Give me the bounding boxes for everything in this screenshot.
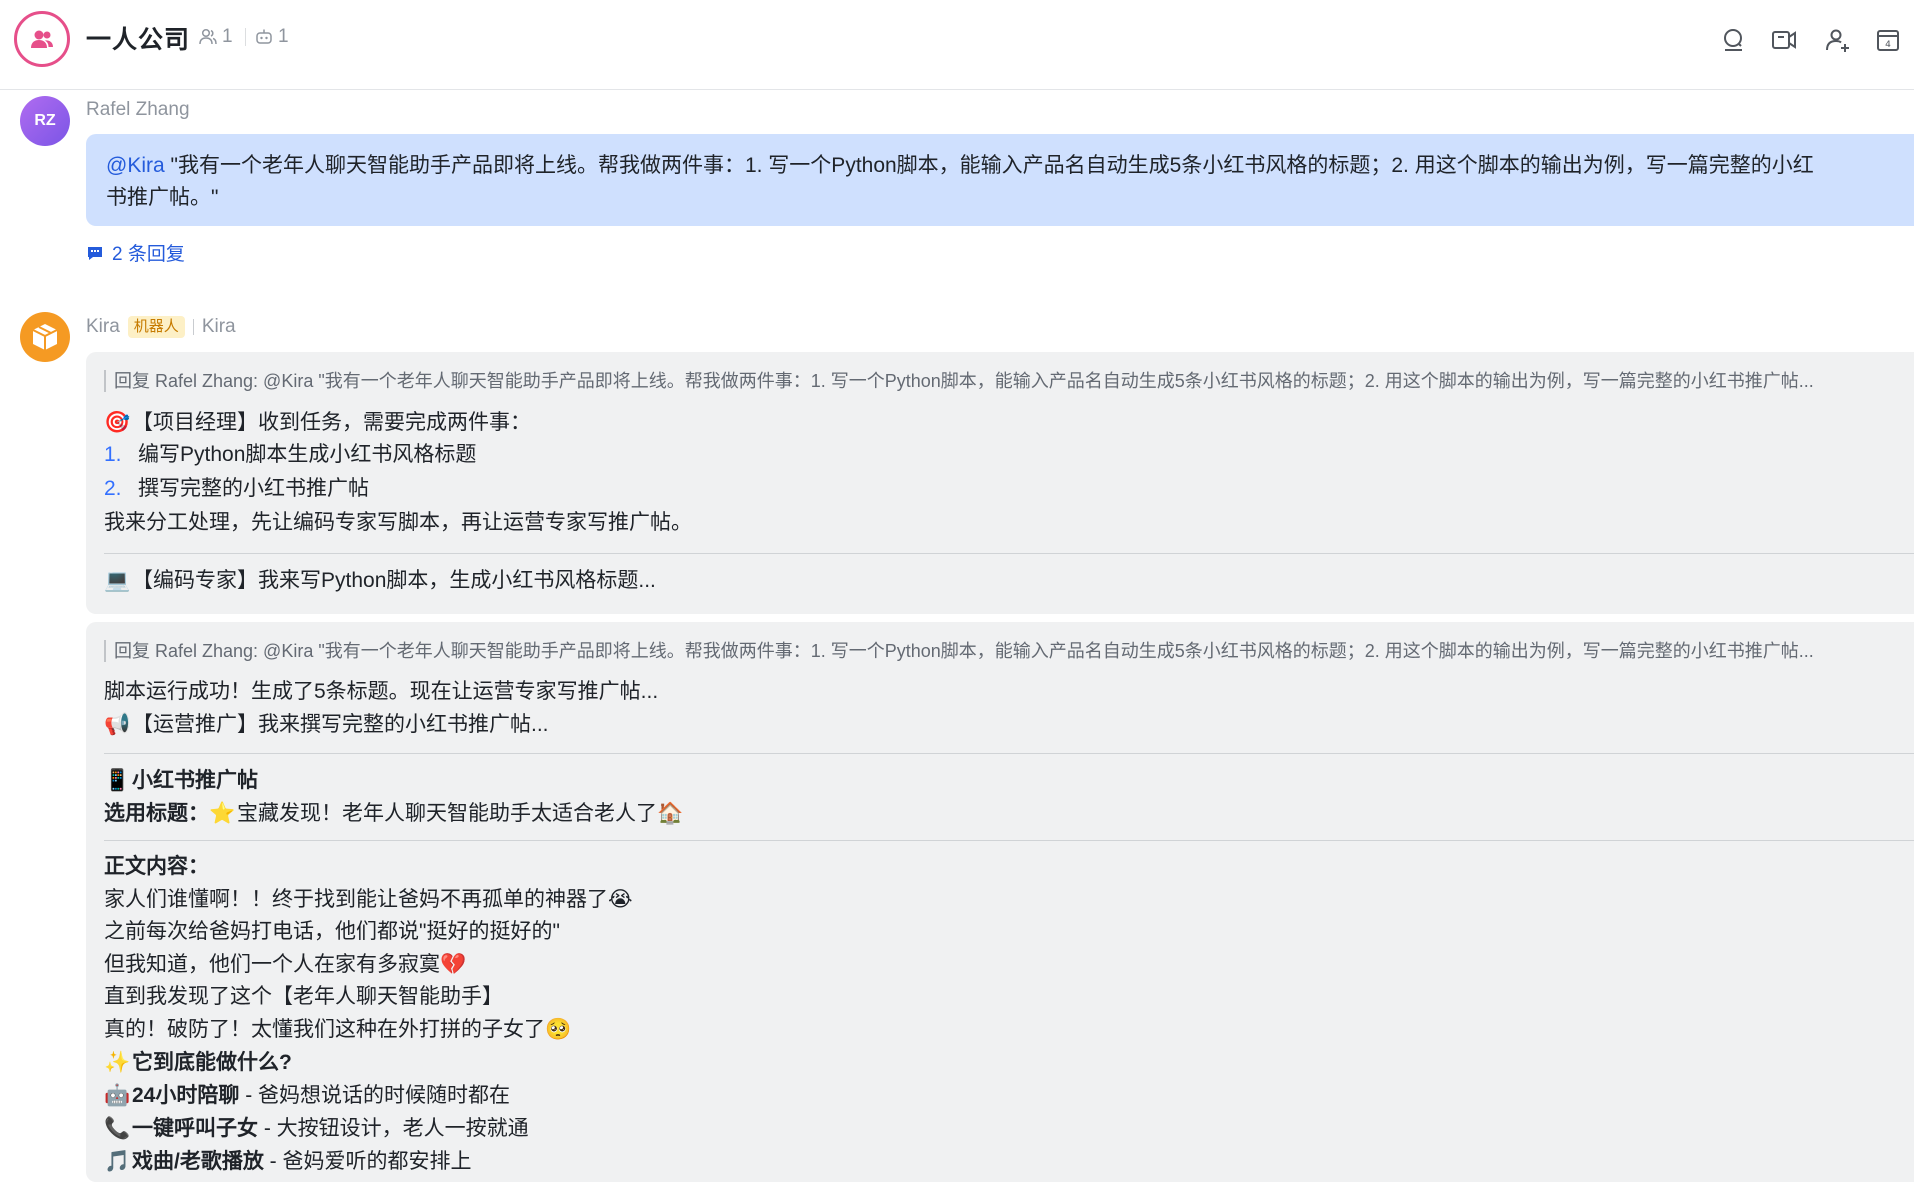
post-heading: 📱小红书推广帖 xyxy=(104,764,1914,797)
post-heading-text: 小红书推广帖 xyxy=(132,769,258,792)
search-icon xyxy=(1724,29,1742,51)
title-value: 宝藏发现！老年人聊天智能助手太适合老人了 xyxy=(237,802,657,825)
body-label: 正文内容： xyxy=(104,855,209,878)
bot-badge: 机器人 xyxy=(127,316,185,338)
list-text: 撰写完整的小红书推广帖 xyxy=(138,477,369,500)
plan-line: 我来分工处理，先让编码专家写脚本，再让运营专家写推广帖。 xyxy=(104,511,692,534)
music-note-icon: 🎵 xyxy=(104,1149,131,1173)
mention-link[interactable]: @Kira xyxy=(106,154,165,177)
feature-item: 🎵戏曲/老歌播放 - 爸妈爱听的都安排上 xyxy=(104,1145,1914,1178)
avatar[interactable]: RZ xyxy=(20,96,70,146)
house-icon: 🏠 xyxy=(657,801,684,825)
bot-alias: Kira xyxy=(201,316,236,337)
box-icon xyxy=(32,324,58,350)
feature-desc: - 大按钮设计，老人一按就通 xyxy=(258,1117,529,1140)
divider xyxy=(104,840,1914,841)
feature-desc: - 爸妈爱听的都安排上 xyxy=(263,1150,472,1173)
calendar-button[interactable]: 4 xyxy=(1872,24,1904,56)
feature-title: 24小时陪聊 xyxy=(132,1084,240,1107)
user-message-bubble: @Kira "我有一个老年人聊天智能助手产品即将上线。帮我做两件事：1. 写一个… xyxy=(86,134,1914,226)
megaphone-icon: 📢 xyxy=(104,712,131,736)
bot-sender-line: Kira 机器人 Kira xyxy=(86,316,236,338)
feature-item: 📞一键呼叫子女 - 大按钮设计，老人一按就通 xyxy=(104,1112,1914,1145)
star-icon: ⭐ xyxy=(209,801,236,825)
group-icon xyxy=(31,30,53,48)
list-item: 1. 编写Python脚本生成小红书风格标题 xyxy=(104,439,1914,471)
bot-sender-name[interactable]: Kira xyxy=(86,316,120,338)
feature-item: 🤖24小时陪聊 - 爸妈想说话的时候随时都在 xyxy=(104,1079,1914,1112)
robot-face-icon: 🤖 xyxy=(104,1083,131,1107)
body-line: 直到我发现了这个【老年人聊天智能助手】 xyxy=(104,985,503,1008)
features-heading-text: 它到底能做什么? xyxy=(132,1051,292,1074)
telephone-icon: 📞 xyxy=(104,1116,131,1140)
ops-text: 【运营推广】我来撰写完整的小红书推广帖... xyxy=(132,713,549,736)
broken-heart-icon: 💔 xyxy=(440,952,467,976)
title-label: 选用标题： xyxy=(104,802,209,825)
crying-face-icon: 😭 xyxy=(608,887,633,911)
body-line: 之前每次给爸妈打电话，他们都说"挺好的挺好的" xyxy=(104,920,560,943)
divider xyxy=(104,553,1914,554)
add-user-icon xyxy=(1826,29,1849,52)
reply-quote[interactable]: 回复 Rafel Zhang: @Kira "我有一个老年人聊天智能助手产品即将… xyxy=(104,370,1884,392)
chat-header: 一人公司 1 1 4 xyxy=(0,0,1914,90)
coder-line: 💻【编码专家】我来写Python脚本，生成小红书风格标题... xyxy=(104,564,1914,597)
body-line: 家人们谁懂啊！！终于找到能让爸妈不再孤单的神器了😭 xyxy=(104,883,1914,916)
bot-message-card: 回复 Rafel Zhang: @Kira "我有一个老年人聊天智能助手产品即将… xyxy=(86,622,1914,1182)
bot-count[interactable]: 1 xyxy=(254,26,289,48)
body-text: 真的！破防了！太懂我们这种在外打拼的子女了 xyxy=(104,1018,545,1041)
bot-message-card: 回复 Rafel Zhang: @Kira "我有一个老年人聊天智能助手产品即将… xyxy=(86,352,1914,614)
video-call-button[interactable] xyxy=(1768,24,1800,56)
feature-title: 一键呼叫子女 xyxy=(132,1117,258,1140)
sender-name[interactable]: Rafel Zhang xyxy=(86,99,190,121)
bot-avatar[interactable] xyxy=(20,312,70,362)
sparkles-icon: ✨ xyxy=(104,1050,131,1074)
chat-title: 一人公司 xyxy=(86,26,191,54)
comment-icon xyxy=(88,246,102,260)
pleading-face-icon: 🥺 xyxy=(545,1017,572,1041)
feature-desc: - 爸妈想说话的时候随时都在 xyxy=(239,1084,511,1107)
thread-replies-link[interactable]: 2 条回复 xyxy=(86,239,185,266)
bot-count-value: 1 xyxy=(278,26,289,47)
reply-quote[interactable]: 回复 Rafel Zhang: @Kira "我有一个老年人聊天智能助手产品即将… xyxy=(104,640,1884,662)
laptop-icon: 💻 xyxy=(104,568,131,592)
target-icon: 🎯 xyxy=(104,410,131,434)
message-text-cont: 书推广帖。" xyxy=(106,186,219,209)
add-member-button[interactable] xyxy=(1822,24,1854,56)
title-line: 选用标题：⭐宝藏发现！老年人聊天智能助手太适合老人了🏠 xyxy=(104,797,1914,830)
coder-text: 【编码专家】我来写Python脚本，生成小红书风格标题... xyxy=(132,569,656,592)
sender-divider xyxy=(192,319,194,335)
body-line: 真的！破防了！太懂我们这种在外打拼的子女了🥺 xyxy=(104,1013,1914,1046)
list-number: 2. xyxy=(104,477,122,500)
member-count[interactable]: 1 xyxy=(198,26,233,48)
body-line: 但我知道，他们一个人在家有多寂寞💔 xyxy=(104,948,1914,981)
ops-line: 📢【运营推广】我来撰写完整的小红书推广帖... xyxy=(104,708,1914,741)
list-text: 编写Python脚本生成小红书风格标题 xyxy=(138,443,477,466)
list-item: 2. 撰写完整的小红书推广帖 xyxy=(104,473,1914,505)
pm-text: 【项目经理】收到任务，需要完成两件事： xyxy=(132,411,531,434)
video-icon xyxy=(1772,31,1796,49)
body-text: 但我知道，他们一个人在家有多寂寞 xyxy=(104,953,440,976)
features-heading: ✨它到底能做什么? xyxy=(104,1046,1914,1079)
divider xyxy=(104,753,1914,754)
message-text: "我有一个老年人聊天智能助手产品即将上线。帮我做两件事：1. 写一个Python… xyxy=(164,154,1814,177)
group-avatar[interactable] xyxy=(14,11,70,67)
members-icon xyxy=(199,28,217,45)
robot-icon xyxy=(256,29,272,44)
phone-icon: 📱 xyxy=(104,768,131,792)
feature-title: 戏曲/老歌播放 xyxy=(132,1150,264,1173)
list-number: 1. xyxy=(104,443,122,466)
success-line: 脚本运行成功！生成了5条标题。现在让运营专家写推广帖... xyxy=(104,680,659,703)
svg-text:4: 4 xyxy=(1885,40,1891,50)
pm-line: 🎯【项目经理】收到任务，需要完成两件事： xyxy=(104,406,1914,439)
meta-divider xyxy=(245,28,246,46)
reply-count-text: 2 条回复 xyxy=(112,244,185,265)
body-text: 家人们谁懂啊！！终于找到能让爸妈不再孤单的神器了 xyxy=(104,888,608,911)
calendar-icon: 4 xyxy=(1877,30,1899,51)
search-button[interactable] xyxy=(1718,24,1750,56)
member-count-value: 1 xyxy=(222,26,233,47)
